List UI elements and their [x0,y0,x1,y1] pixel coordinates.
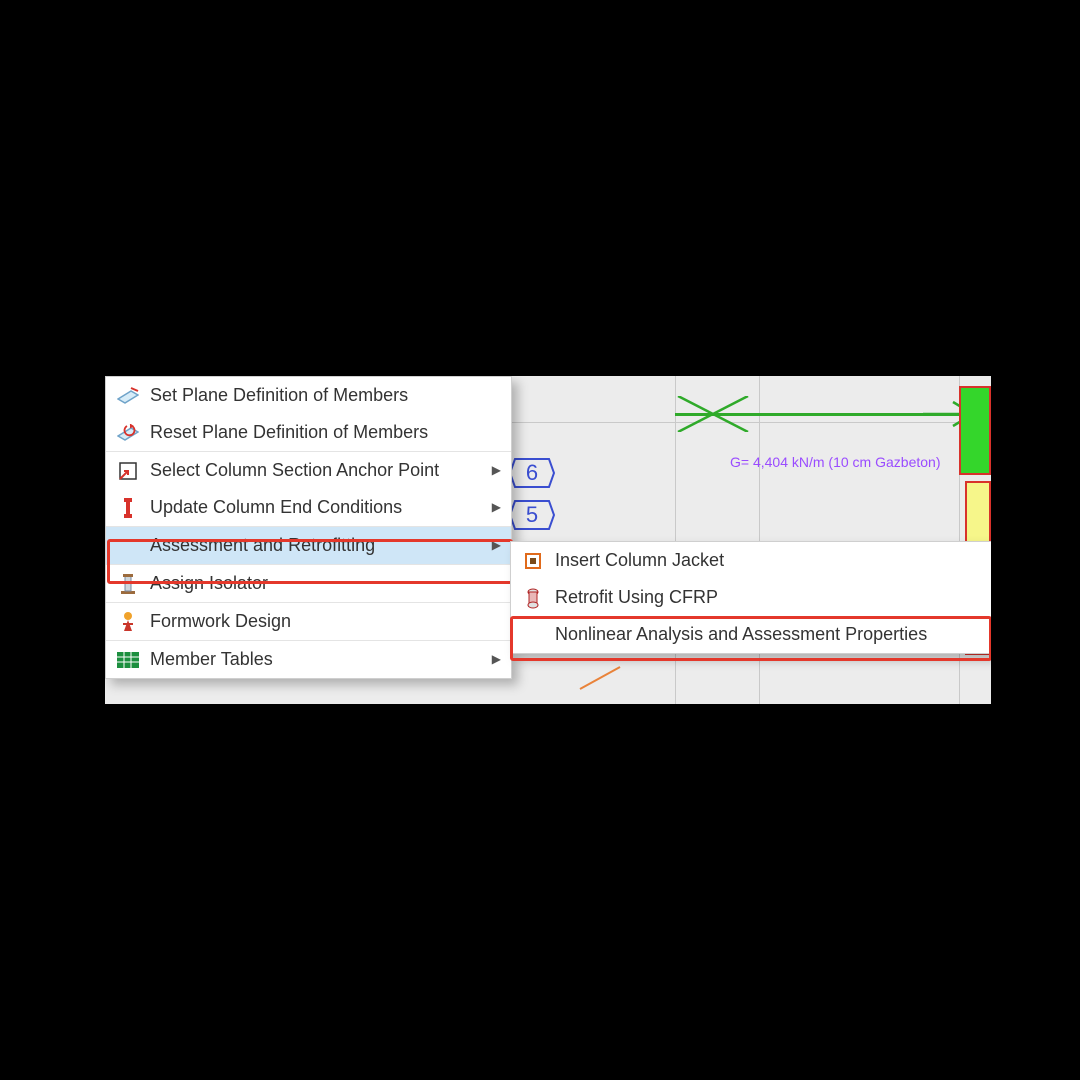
menu-item-label: Reset Plane Definition of Members [150,414,481,451]
table-icon [106,652,150,668]
menu-item-anchor-point[interactable]: Select Column Section Anchor Point ▶ [106,451,511,489]
menu-item-assessment-retrofitting[interactable]: Assessment and Retrofitting ▶ [106,526,511,564]
formwork-icon [106,611,150,633]
submenu-item-retrofit-cfrp[interactable]: Retrofit Using CFRP [511,579,991,616]
load-annotation: G= 4,404 kN/m (10 cm Gazbeton) [730,454,940,470]
submenu-item-label: Insert Column Jacket [555,542,724,579]
menu-item-label: Assessment and Retrofitting [150,527,481,564]
menu-item-assign-isolator[interactable]: Assign Isolator [106,564,511,602]
selected-element[interactable] [959,386,991,475]
submenu-item-insert-jacket[interactable]: Insert Column Jacket [511,542,991,579]
isolator-icon [106,573,150,595]
submenu-arrow-icon: ▶ [481,527,501,564]
anchor-point-icon [106,461,150,481]
plane-set-icon [106,387,150,405]
menu-item-set-plane[interactable]: Set Plane Definition of Members [106,377,511,414]
beam-label: 5 [509,498,555,532]
menu-item-reset-plane[interactable]: Reset Plane Definition of Members [106,414,511,451]
context-menu: Set Plane Definition of Members Reset Pl… [105,376,512,679]
menu-item-label: Select Column Section Anchor Point [150,452,481,489]
menu-item-end-conditions[interactable]: Update Column End Conditions ▶ [106,489,511,526]
menu-item-label: Update Column End Conditions [150,489,481,526]
diagonal-mark-icon [575,664,625,694]
menu-item-label: Member Tables [150,641,481,678]
submenu-arrow-icon: ▶ [481,452,501,489]
menu-item-member-tables[interactable]: Member Tables ▶ [106,640,511,678]
menu-item-label: Set Plane Definition of Members [150,377,481,414]
submenu-item-label: Retrofit Using CFRP [555,579,718,616]
menu-item-label: Formwork Design [150,603,481,640]
column-jacket-icon [511,551,555,571]
column-end-icon [106,497,150,519]
dimension-arrow-icon [673,396,991,432]
menu-item-label: Assign Isolator [150,565,481,602]
submenu-arrow-icon: ▶ [481,641,501,678]
cfrp-icon [511,587,555,609]
screenshot-region: G= 4,404 kN/m (10 cm Gazbeton) 6 5 Set P… [105,376,991,704]
plane-reset-icon [106,424,150,442]
submenu-arrow-icon: ▶ [481,489,501,526]
beam-label: 6 [509,456,555,490]
menu-item-formwork-design[interactable]: Formwork Design [106,602,511,640]
submenu-item-label: Nonlinear Analysis and Assessment Proper… [555,616,927,653]
assessment-submenu: Insert Column Jacket Retrofit Using CFRP… [510,541,991,654]
submenu-item-nonlinear-properties[interactable]: Nonlinear Analysis and Assessment Proper… [511,616,991,653]
